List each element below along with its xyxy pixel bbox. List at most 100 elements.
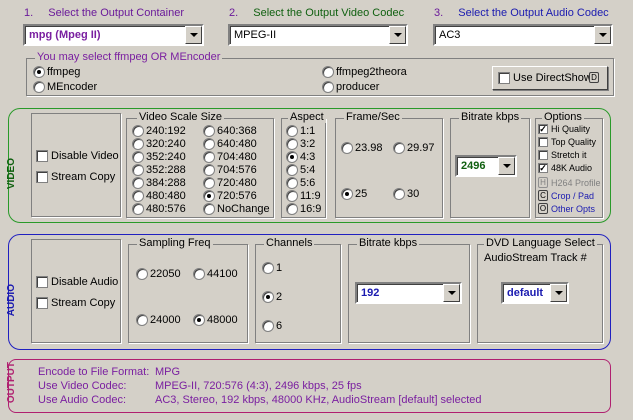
channels-radio-6[interactable]: 6 — [262, 320, 282, 332]
radio-icon — [286, 125, 298, 137]
scale-radio-320-240[interactable]: 320:240 — [132, 138, 186, 150]
radio-icon — [203, 203, 215, 215]
chevron-down-icon[interactable] — [185, 26, 202, 44]
video-stream-copy-checkbox[interactable]: Stream Copy — [36, 171, 115, 183]
radio-icon — [132, 151, 144, 163]
chevron-down-icon[interactable] — [594, 26, 611, 44]
step3-number: 3. — [434, 7, 444, 19]
step3-label: 3. Select the Output Audio Codec — [434, 7, 609, 19]
scale-radio-720-480-label: 720:480 — [217, 177, 257, 189]
aspect-radio-3-2[interactable]: 3:2 — [286, 138, 315, 150]
key-icon: O — [538, 203, 548, 214]
sampling-radio-44100[interactable]: 44100 — [193, 268, 238, 280]
scale-radio-480-576[interactable]: 480:576 — [132, 203, 186, 215]
scale-radio-352-288[interactable]: 352:288 — [132, 164, 186, 176]
disable-audio-checkbox[interactable]: Disable Audio — [36, 276, 118, 288]
chevron-down-icon[interactable] — [498, 157, 515, 175]
container-select[interactable]: mpg (Mpeg II) — [23, 24, 204, 46]
sampling-radio-22050[interactable]: 22050 — [136, 268, 181, 280]
container-select-value: mpg (Mpeg II) — [29, 29, 101, 41]
fps-radio-30-label: 30 — [407, 188, 420, 200]
encoder-option-label: ffmpeg2theora — [336, 66, 407, 78]
checkbox-icon — [498, 72, 510, 84]
channels-radio-1[interactable]: 1 — [262, 262, 282, 274]
sampling-radio-44100-label: 44100 — [207, 268, 238, 280]
encoder-radio-ffmpeg2theora[interactable]: ffmpeg2theora — [322, 66, 407, 78]
encoder-option-label: MEncoder — [47, 81, 98, 93]
scale-radio-720-576[interactable]: 720:576 — [203, 190, 257, 202]
aspect-radio-16-9[interactable]: 16:9 — [286, 203, 321, 215]
radio-icon — [132, 138, 144, 150]
video-codec-select-value: MPEG-II — [234, 29, 277, 41]
aspect-radio-4-3[interactable]: 4:3 — [286, 151, 315, 163]
scale-radio-704-480-label: 704:480 — [217, 151, 257, 163]
sampling-radio-48000[interactable]: 48000 — [193, 314, 238, 326]
aspect-radio-11-9-label: 11:9 — [300, 190, 321, 202]
sampling-radio-24000[interactable]: 24000 — [136, 314, 181, 326]
option-button-crop-pad[interactable]: C Crop / Pad — [538, 190, 594, 201]
fps-radio-23-98[interactable]: 23.98 — [341, 142, 383, 154]
audio-codec-select[interactable]: AC3 — [433, 24, 613, 46]
radio-icon — [203, 164, 215, 176]
scale-radio-nochange[interactable]: NoChange — [203, 203, 270, 215]
encoder-radio-mencoder[interactable]: MEncoder — [33, 81, 97, 93]
scale-radio-720-480[interactable]: 720:480 — [203, 177, 257, 189]
radio-icon — [136, 314, 148, 326]
option-button-h264-profile[interactable]: H H264 Profile — [538, 177, 601, 188]
scale-radio-480-480[interactable]: 480:480 — [132, 190, 186, 202]
radio-icon — [203, 125, 215, 137]
aspect-radio-11-9[interactable]: 11:9 — [286, 190, 321, 202]
disable-video-label: Disable Video — [51, 150, 119, 162]
scale-radio-240-192[interactable]: 240:192 — [132, 125, 186, 137]
audio-stream-copy-checkbox[interactable]: Stream Copy — [36, 297, 115, 309]
audio-bitrate-select[interactable]: 192 — [355, 282, 462, 304]
scale-radio-704-480[interactable]: 704:480 — [203, 151, 257, 163]
scale-radio-352-240[interactable]: 352:240 — [132, 151, 186, 163]
radio-icon — [322, 66, 334, 78]
option-checkbox-48k-audio[interactable]: ✓ 48K Audio — [538, 163, 592, 173]
channels-radio-2[interactable]: 2 — [262, 291, 282, 303]
sampling-radio-24000-label: 24000 — [150, 314, 181, 326]
radio-icon — [203, 138, 215, 150]
directshow-key-icon[interactable]: D — [589, 72, 599, 83]
option-checkbox-stretch-it[interactable]: Stretch it — [538, 150, 587, 160]
option-label: H264 Profile — [551, 177, 601, 188]
video-bitrate-select[interactable]: 2496 — [455, 155, 517, 177]
option-checkbox-hi-quality[interactable]: ✓ Hi Quality — [538, 124, 590, 134]
video-options-title: Options — [542, 111, 584, 123]
option-button-other-opts[interactable]: O Other Opts — [538, 203, 595, 214]
scale-radio-384-288-label: 384:288 — [146, 177, 186, 189]
checkbox-icon — [538, 150, 548, 160]
scale-radio-352-240-label: 352:240 — [146, 151, 186, 163]
directshow-checkbox[interactable]: Use DirectShow — [498, 72, 592, 84]
radio-icon — [286, 190, 298, 202]
radio-icon — [341, 188, 353, 200]
sampling-radio-48000-label: 48000 — [207, 314, 238, 326]
disable-video-checkbox[interactable]: Disable Video — [36, 150, 119, 162]
aspect-radio-5-6[interactable]: 5:6 — [286, 177, 315, 189]
dvd-track-select[interactable]: default — [501, 282, 569, 304]
fps-radio-29-97[interactable]: 29.97 — [393, 142, 435, 154]
scale-radio-384-288[interactable]: 384:288 — [132, 177, 186, 189]
video-side-label: VIDEO — [6, 158, 17, 190]
output-row-value: MPG — [155, 366, 181, 378]
key-icon: C — [538, 190, 548, 201]
aspect-radio-5-4[interactable]: 5:4 — [286, 164, 315, 176]
aspect-radio-3-2-label: 3:2 — [300, 138, 316, 150]
fps-radio-30[interactable]: 30 — [393, 188, 419, 200]
chevron-down-icon[interactable] — [550, 284, 567, 302]
scale-radio-704-576[interactable]: 704:576 — [203, 164, 257, 176]
chevron-down-icon[interactable] — [389, 26, 406, 44]
encoder-radio-producer[interactable]: producer — [322, 81, 379, 93]
option-checkbox-top-quality[interactable]: Top Quality — [538, 137, 596, 147]
fps-radio-25[interactable]: 25 — [341, 188, 367, 200]
radio-icon — [132, 125, 144, 137]
scale-radio-640-368[interactable]: 640:368 — [203, 125, 257, 137]
video-codec-select[interactable]: MPEG-II — [228, 24, 408, 46]
chevron-down-icon[interactable] — [443, 284, 460, 302]
encoder-radio-ffmpeg[interactable]: ffmpeg — [33, 66, 80, 78]
aspect-radio-1-1[interactable]: 1:1 — [286, 125, 315, 137]
scale-radio-640-480[interactable]: 640:480 — [203, 138, 257, 150]
scale-radio-240-192-label: 240:192 — [146, 125, 186, 137]
directshow-panel[interactable]: Use DirectShow D — [492, 66, 608, 90]
